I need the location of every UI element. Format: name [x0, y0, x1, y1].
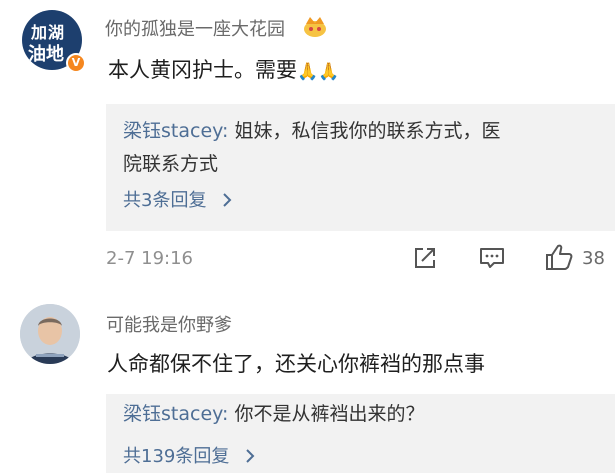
reply-count-link[interactable]: 共139条回复: [123, 442, 255, 468]
crown-icon: [302, 15, 328, 43]
comment-icon[interactable]: [478, 245, 506, 275]
avatar-text-bottom: 油地: [28, 44, 64, 65]
reply-count-label: 共139条回复: [123, 446, 230, 467]
avatar-photo: [20, 304, 80, 364]
reply-count-label: 共3条回复: [123, 190, 207, 211]
share-icon[interactable]: [412, 245, 438, 275]
reply-box[interactable]: 梁钰stacey: 你不是从裤裆出来的？ 共139条回复: [106, 394, 615, 473]
reply-count-link[interactable]: 共3条回复: [123, 186, 232, 212]
verified-badge: V: [66, 53, 86, 73]
reply-text: 梁钰stacey: 姐妹，私信我你的联系方式，医 院联系方式: [123, 115, 603, 181]
comment-text: 本人黄冈护士。需要🙏🙏: [108, 54, 339, 84]
reply-author[interactable]: 梁钰stacey:: [123, 120, 228, 142]
reply-content-line2: 院联系方式: [123, 153, 219, 175]
pray-emoji: 🙏🙏: [297, 62, 340, 82]
reply-content-line1: 你不是从裤裆出来的？: [228, 403, 425, 425]
reply-author[interactable]: 梁钰stacey:: [123, 403, 228, 425]
reply-box[interactable]: 梁钰stacey: 姐妹，私信我你的联系方式，医 院联系方式 共3条回复: [106, 104, 615, 231]
chevron-right-icon: [245, 447, 255, 468]
avatar[interactable]: [20, 304, 80, 364]
like-count: 38: [582, 248, 605, 269]
comment-time: 2-7 19:16: [106, 248, 193, 269]
comment-item: 加湖 油地 V 你的孤独是一座大花园 本人黄冈护士。需要🙏🙏 梁钰stacey:…: [0, 0, 615, 285]
like-icon[interactable]: [544, 243, 574, 275]
comment-text: 人命都保不住了，还关心你裤裆的那点事: [107, 352, 485, 376]
comment-text-main: 本人黄冈护士。需要: [108, 58, 297, 82]
username[interactable]: 可能我是你野爹: [106, 311, 232, 337]
reply-content-line1: 姐妹，私信我你的联系方式，医: [228, 120, 501, 142]
chevron-right-icon: [222, 191, 232, 212]
comment-item: 可能我是你野爹 人命都保不住了，还关心你裤裆的那点事 梁钰stacey: 你不是…: [0, 290, 615, 473]
username[interactable]: 你的孤独是一座大花园: [105, 15, 285, 41]
reply-text: 梁钰stacey: 你不是从裤裆出来的？: [123, 398, 603, 431]
